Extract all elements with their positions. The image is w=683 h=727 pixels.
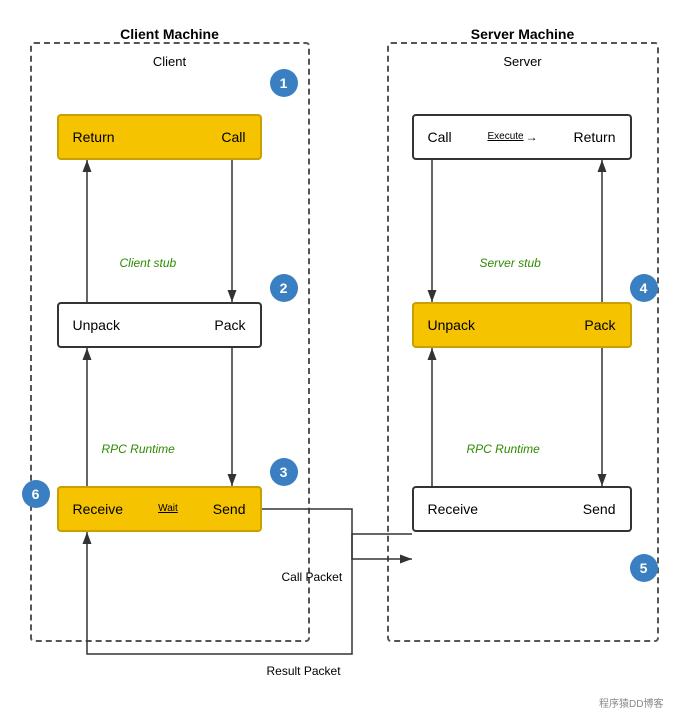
badge-3: 3 [270,458,298,486]
server-machine-label: Server Machine [471,26,575,42]
badge-4: 4 [630,274,658,302]
client-stub-label: Client stub [120,256,177,270]
server-send-label: Send [583,501,616,517]
client-pack-label: Pack [214,317,245,333]
badge-6: 6 [22,480,50,508]
client-wait-label: Wait [158,503,178,514]
client-machine-label: Client Machine [120,26,219,42]
server-unpack-label: Unpack [428,317,475,333]
client-send-label: Send [213,501,246,517]
server-label: Server [503,54,541,69]
client-receive-send-box: Receive Wait Send [57,486,262,532]
result-packet-label: Result Packet [267,664,341,678]
server-stub-label: Server stub [480,256,541,270]
server-pack-label: Pack [584,317,615,333]
rpc-runtime-client-label: RPC Runtime [102,442,175,456]
diagram: Client Machine Client Server Machine Ser… [12,14,672,714]
right-arrow-small: → [526,130,538,144]
client-call-label: Call [221,129,245,145]
client-return-call-box: Return Call [57,114,262,160]
client-receive-label: Receive [73,501,124,517]
badge-1: 1 [270,69,298,97]
server-execute-arrow: Execute → [487,130,537,144]
call-packet-label: Call Packet [282,570,343,584]
server-call-label: Call [428,129,452,145]
client-return-label: Return [73,129,115,145]
client-unpack-label: Unpack [73,317,120,333]
server-execute-label: Execute [487,131,523,142]
server-receive-send-box: Receive Send [412,486,632,532]
rpc-runtime-server-label: RPC Runtime [467,442,540,456]
server-receive-label: Receive [428,501,479,517]
server-return-label: Return [573,129,615,145]
client-label: Client [153,54,186,69]
watermark: 程序猿DD博客 [599,695,663,710]
server-call-return-box: Call Execute → Return [412,114,632,160]
server-unpack-pack-box: Unpack Pack [412,302,632,348]
badge-2: 2 [270,274,298,302]
badge-5: 5 [630,554,658,582]
client-unpack-pack-box: Unpack Pack [57,302,262,348]
